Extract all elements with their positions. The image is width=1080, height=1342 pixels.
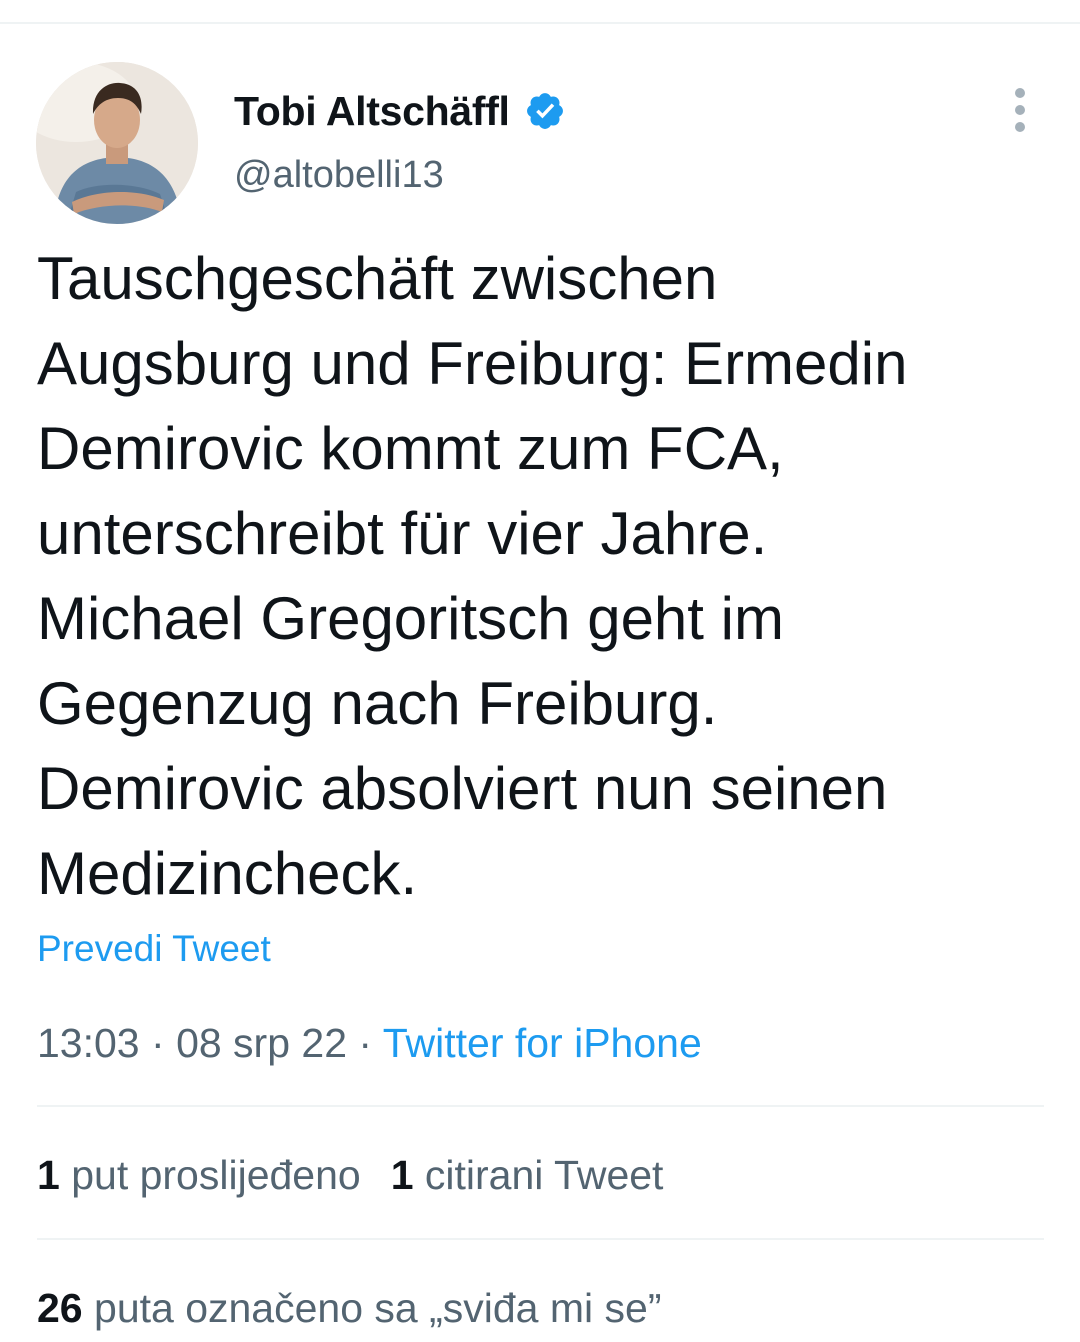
- translate-tweet-link[interactable]: Prevedi Tweet: [37, 928, 271, 970]
- tweet-meta: 13:03 · 08 srp 22 · Twitter for iPhone: [37, 1020, 702, 1067]
- more-dot: [1015, 122, 1025, 132]
- top-divider: [0, 22, 1080, 24]
- tweet-text-line: unterschreibt für vier Jahre.: [37, 500, 768, 567]
- more-dot: [1015, 105, 1025, 115]
- likes-count: 26: [37, 1285, 83, 1331]
- meta-separator: ·: [358, 1020, 383, 1066]
- avatar[interactable]: [36, 62, 198, 224]
- quotes-label: citirani Tweet: [424, 1152, 664, 1198]
- tweet-source-link[interactable]: Twitter for iPhone: [383, 1020, 702, 1066]
- tweet-text: Tauschgeschäft zwischen Augsburg und Fre…: [37, 236, 1047, 916]
- tweet-text-line: Michael Gregoritsch geht im: [37, 585, 784, 652]
- meta-separator: ·: [151, 1020, 177, 1066]
- tweet-text-line: Augsburg und Freiburg: Ermedin: [37, 330, 908, 397]
- verified-badge-icon: [524, 90, 566, 132]
- retweets-stat[interactable]: 1 put proslijeđeno: [37, 1152, 361, 1198]
- quotes-stat[interactable]: 1 citirani Tweet: [391, 1152, 664, 1198]
- tweet-text-line: Medizincheck.: [37, 840, 418, 907]
- author-name-row[interactable]: Tobi Altschäffl: [234, 86, 566, 136]
- tweet-date[interactable]: 08 srp 22: [176, 1020, 347, 1066]
- tweet-text-line: Demirovic absolviert nun seinen: [37, 755, 888, 822]
- tweet-text-line: Demirovic kommt zum FCA,: [37, 415, 784, 482]
- likes-stats-row: 26 puta označeno sa „sviđa mi se”: [37, 1285, 661, 1332]
- tweet-time[interactable]: 13:03: [37, 1020, 140, 1066]
- more-dot: [1015, 88, 1025, 98]
- avatar-photo: [36, 62, 198, 224]
- likes-stat[interactable]: 26 puta označeno sa „sviđa mi se”: [37, 1285, 661, 1331]
- likes-label: puta označeno sa „sviđa mi se”: [94, 1285, 662, 1331]
- retweets-count: 1: [37, 1152, 60, 1198]
- stats-divider: [37, 1105, 1044, 1107]
- more-vertical-icon[interactable]: [1003, 88, 1037, 132]
- author-display-name[interactable]: Tobi Altschäffl: [234, 88, 510, 135]
- retweets-label: put proslijeđeno: [71, 1152, 361, 1198]
- quotes-count: 1: [390, 1152, 414, 1198]
- share-stats-row: 1 put proslijeđeno 1 citirani Tweet: [37, 1152, 663, 1199]
- tweet-text-line: Gegenzug nach Freiburg.: [37, 670, 718, 737]
- likes-divider: [37, 1238, 1044, 1240]
- author-handle[interactable]: @altobelli13: [234, 154, 444, 197]
- tweet-text-line: Tauschgeschäft zwischen: [37, 245, 718, 312]
